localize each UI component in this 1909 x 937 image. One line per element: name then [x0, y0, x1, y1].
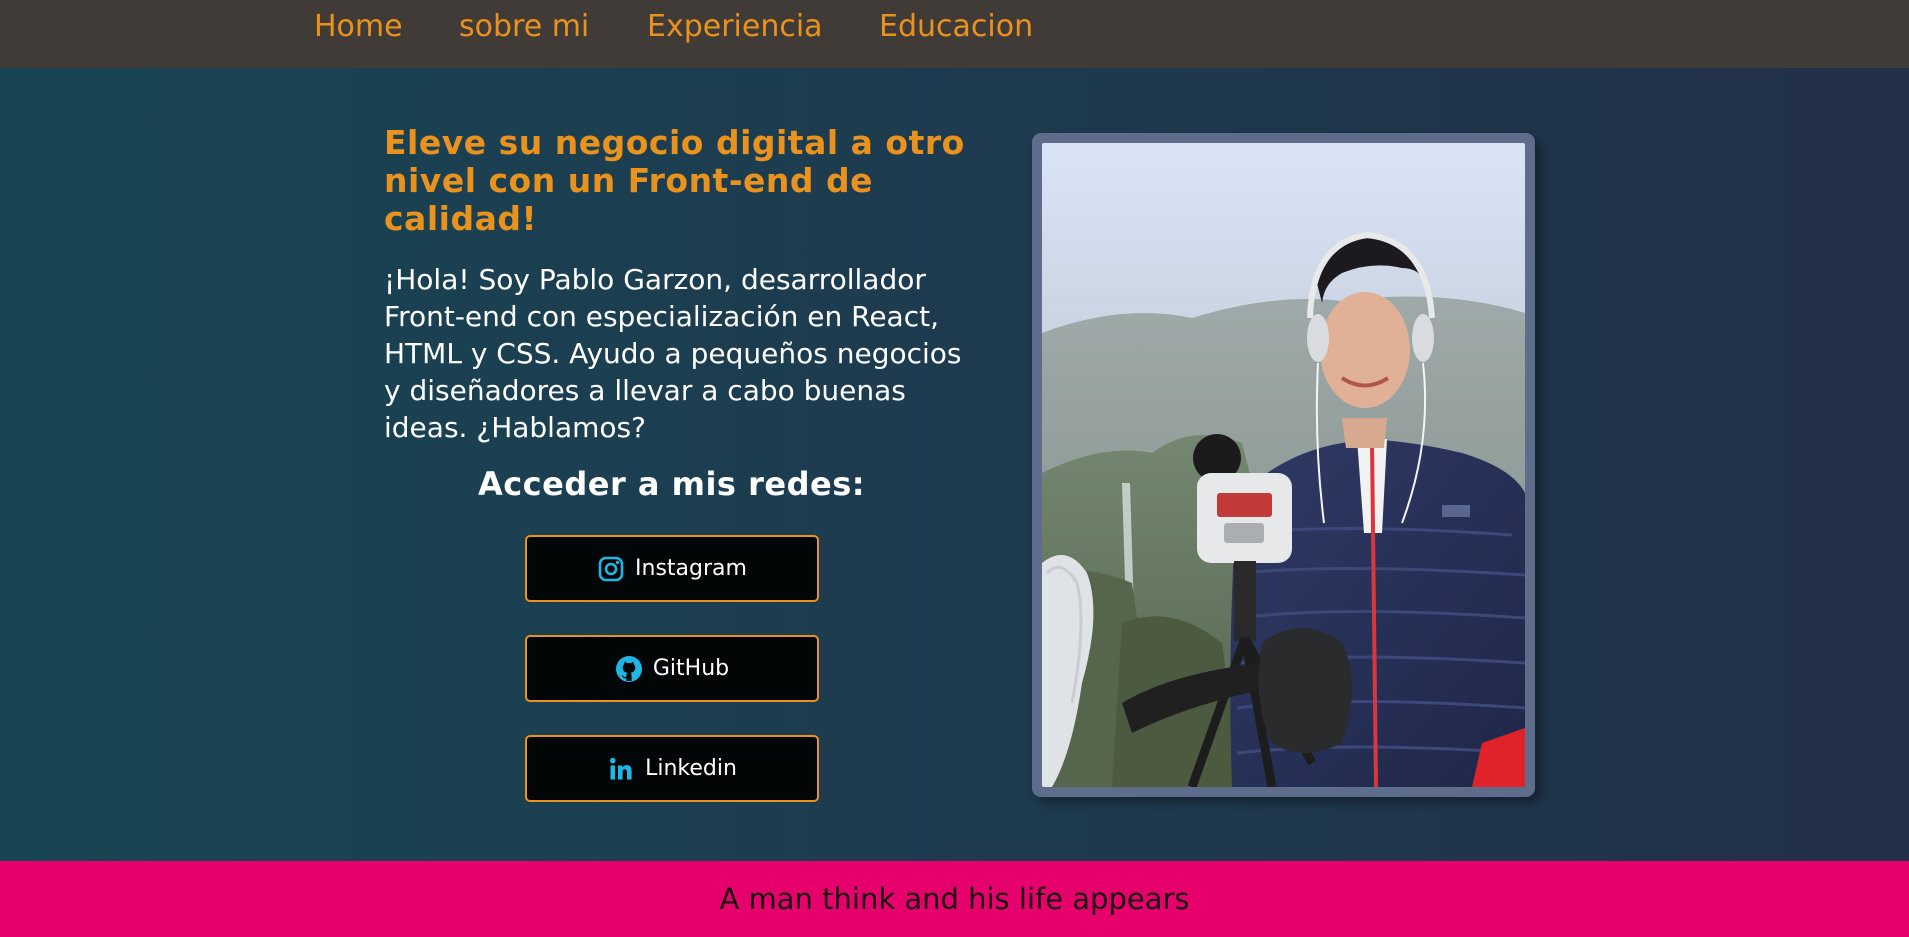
github-button[interactable]: GitHub: [525, 635, 819, 702]
nav-experiencia-link[interactable]: Experiencia: [647, 8, 823, 46]
profile-photo-frame: [1032, 133, 1535, 797]
hero-headline: Eleve su negocio digital a otro nivel co…: [384, 123, 965, 238]
footer-band: A man think and his life appears: [0, 861, 1909, 937]
linkedin-button-label: Linkedin: [645, 756, 737, 781]
nav-sobre-mi-link[interactable]: sobre mi: [459, 8, 589, 46]
hero-intro-text: ¡Hola! Soy Pablo Garzon, desarrollador F…: [384, 263, 962, 444]
top-navigation: Home sobre mi Experiencia Educacion: [0, 0, 1909, 68]
profile-photo: [1042, 143, 1525, 787]
linkedin-button[interactable]: Linkedin: [525, 735, 819, 802]
github-icon: [615, 655, 643, 683]
instagram-button-label: Instagram: [635, 556, 747, 581]
linkedin-icon: [607, 755, 635, 783]
nav-educacion-link[interactable]: Educacion: [879, 8, 1033, 46]
instagram-icon: [597, 555, 625, 583]
github-button-label: GitHub: [652, 656, 730, 681]
nav-home-link[interactable]: Home: [314, 8, 403, 46]
instagram-button[interactable]: Instagram: [525, 535, 819, 602]
footer-quote: A man think and his life appears: [719, 882, 1190, 916]
social-section-title: Acceder a mis redes:: [477, 465, 866, 503]
